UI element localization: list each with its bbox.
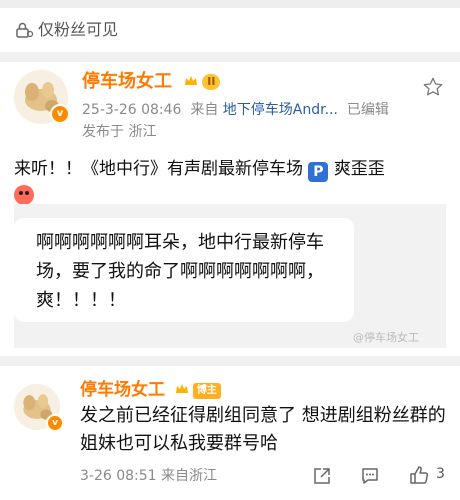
image-watermark: @停车场女工 (353, 331, 419, 344)
comment-meta: 3-26 08:51 来自浙江 (80, 468, 218, 484)
flushed-face-emoji-icon (14, 185, 34, 205)
verified-badge-icon: v (50, 104, 70, 124)
quote-text: 啊啊啊啊啊啊耳朵，地中行最新停车场，要了我的命了啊啊啊啊啊啊啊，爽！！！！ (36, 232, 324, 311)
post-body: 来听！！《地中行》有声剧最新停车场 P 爽歪歪 (14, 156, 450, 208)
blogger-badge: 博主 (192, 383, 221, 399)
post-edited-label[interactable]: 已编辑 (347, 102, 389, 118)
favorite-star-icon[interactable] (422, 76, 444, 98)
section-divider (0, 356, 460, 366)
parking-icon: P (308, 162, 329, 182)
crown-icon (185, 76, 198, 85)
comment-author-row: 停车场女工 博主 (80, 378, 221, 402)
visibility-label: 仅粉丝可见 (38, 20, 119, 39)
post-location: 发布于 浙江 (82, 124, 157, 140)
post-text: 来听！！《地中行》有声剧最新停车场 (14, 159, 303, 179)
post-date: 25-3-26 08:46 (82, 102, 182, 118)
post-from-prefix: 来自 (190, 102, 219, 118)
quote-card: 啊啊啊啊啊啊耳朵，地中行最新停车场，要了我的命了啊啊啊啊啊啊啊，爽！！！！ (14, 218, 354, 322)
post-text-after: 爽歪歪 (333, 159, 385, 179)
post-source-link[interactable]: 地下停车场Andr... (223, 102, 338, 118)
crown-icon (175, 384, 188, 393)
top-divider (0, 0, 460, 8)
comment-icon[interactable] (360, 466, 380, 486)
visibility-bar: 仅粉丝可见 (0, 8, 460, 52)
comment-author-name[interactable]: 停车场女工 (80, 380, 165, 400)
post-meta-line: 25-3-26 08:46 来自 地下停车场Andr... 已编辑 (82, 100, 389, 120)
share-icon[interactable] (312, 466, 332, 486)
verified-badge-icon: v (46, 414, 64, 432)
post-author-row: 停车场女工 II (82, 70, 221, 94)
section-divider (0, 52, 460, 62)
post-author-name[interactable]: 停车场女工 (82, 71, 172, 92)
like-count: 3 (436, 466, 445, 482)
member-level-badge: II (202, 74, 221, 90)
lock-people-icon (16, 22, 34, 38)
comment-text: 发之前已经征得剧组同意了 想进剧组粉丝群的姐妹也可以私我要群号哈 (80, 405, 446, 454)
like-thumb-icon[interactable] (408, 464, 430, 486)
